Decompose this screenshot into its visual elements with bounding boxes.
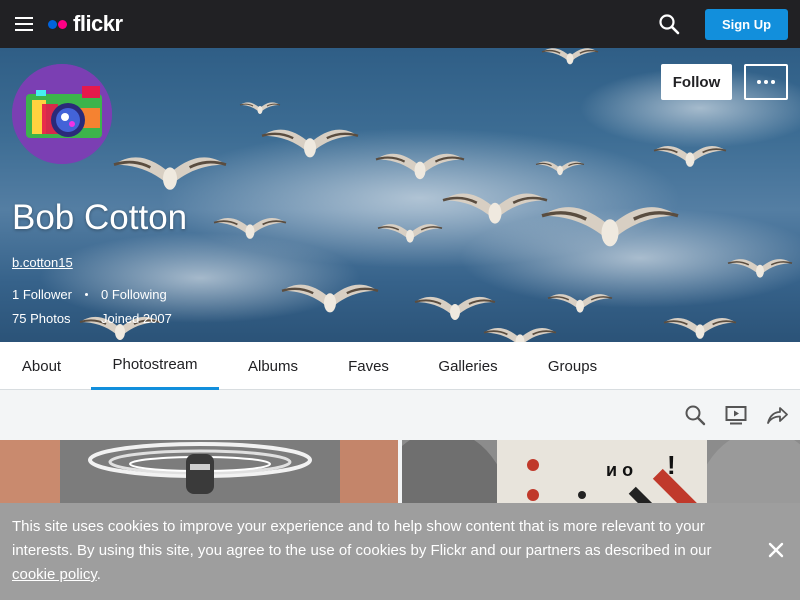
logo-pink-dot bbox=[58, 19, 67, 29]
tab-faves[interactable]: Faves bbox=[333, 342, 404, 390]
following-count[interactable]: 0 Following bbox=[101, 287, 167, 302]
camera-avatar-icon bbox=[12, 64, 112, 164]
tab-about[interactable]: About bbox=[0, 342, 83, 390]
close-icon[interactable] bbox=[767, 541, 785, 559]
search-icon[interactable] bbox=[658, 13, 680, 35]
photos-count: 75 Photos bbox=[12, 311, 71, 326]
share-icon[interactable] bbox=[766, 404, 788, 426]
cookie-suffix: . bbox=[96, 566, 101, 583]
poster-exclamation-label: ! bbox=[667, 450, 676, 480]
follow-button[interactable]: Follow bbox=[661, 64, 732, 100]
hamburger-icon[interactable] bbox=[15, 16, 33, 32]
joined-date: Joined 2007 bbox=[101, 311, 172, 326]
poster-cyrillic-label: и о bbox=[606, 460, 634, 480]
profile-username[interactable]: b.cotton15 bbox=[12, 255, 73, 270]
cookie-message: This site uses cookies to improve your e… bbox=[12, 515, 757, 587]
top-nav: flickr Sign Up bbox=[0, 0, 800, 48]
tab-groups[interactable]: Groups bbox=[531, 342, 614, 390]
cover-photo: Follow Bob Cotton b.cotton15 1 Follower … bbox=[0, 48, 800, 342]
cookie-policy-link[interactable]: cookie policy bbox=[12, 566, 97, 583]
followers-count[interactable]: 1 Follower bbox=[12, 287, 72, 302]
tab-galleries[interactable]: Galleries bbox=[424, 342, 512, 390]
profile-tabs: About Photostream Albums Faves Galleries… bbox=[0, 342, 800, 390]
logo-blue-dot bbox=[48, 19, 57, 29]
stat-separator bbox=[85, 293, 88, 296]
logo-text: flickr bbox=[73, 11, 123, 36]
signup-button[interactable]: Sign Up bbox=[705, 9, 788, 40]
tab-albums[interactable]: Albums bbox=[232, 342, 314, 390]
cookie-banner: This site uses cookies to improve your e… bbox=[0, 503, 800, 600]
flickr-logo[interactable]: flickr bbox=[48, 10, 123, 38]
avatar[interactable] bbox=[12, 64, 112, 164]
cookie-text: This site uses cookies to improve your e… bbox=[12, 518, 712, 559]
tab-photostream[interactable]: Photostream bbox=[91, 342, 219, 390]
search-icon[interactable] bbox=[684, 404, 706, 426]
more-dots-icon[interactable] bbox=[744, 64, 788, 100]
profile-name: Bob Cotton bbox=[12, 198, 188, 237]
slideshow-icon[interactable] bbox=[725, 404, 747, 426]
